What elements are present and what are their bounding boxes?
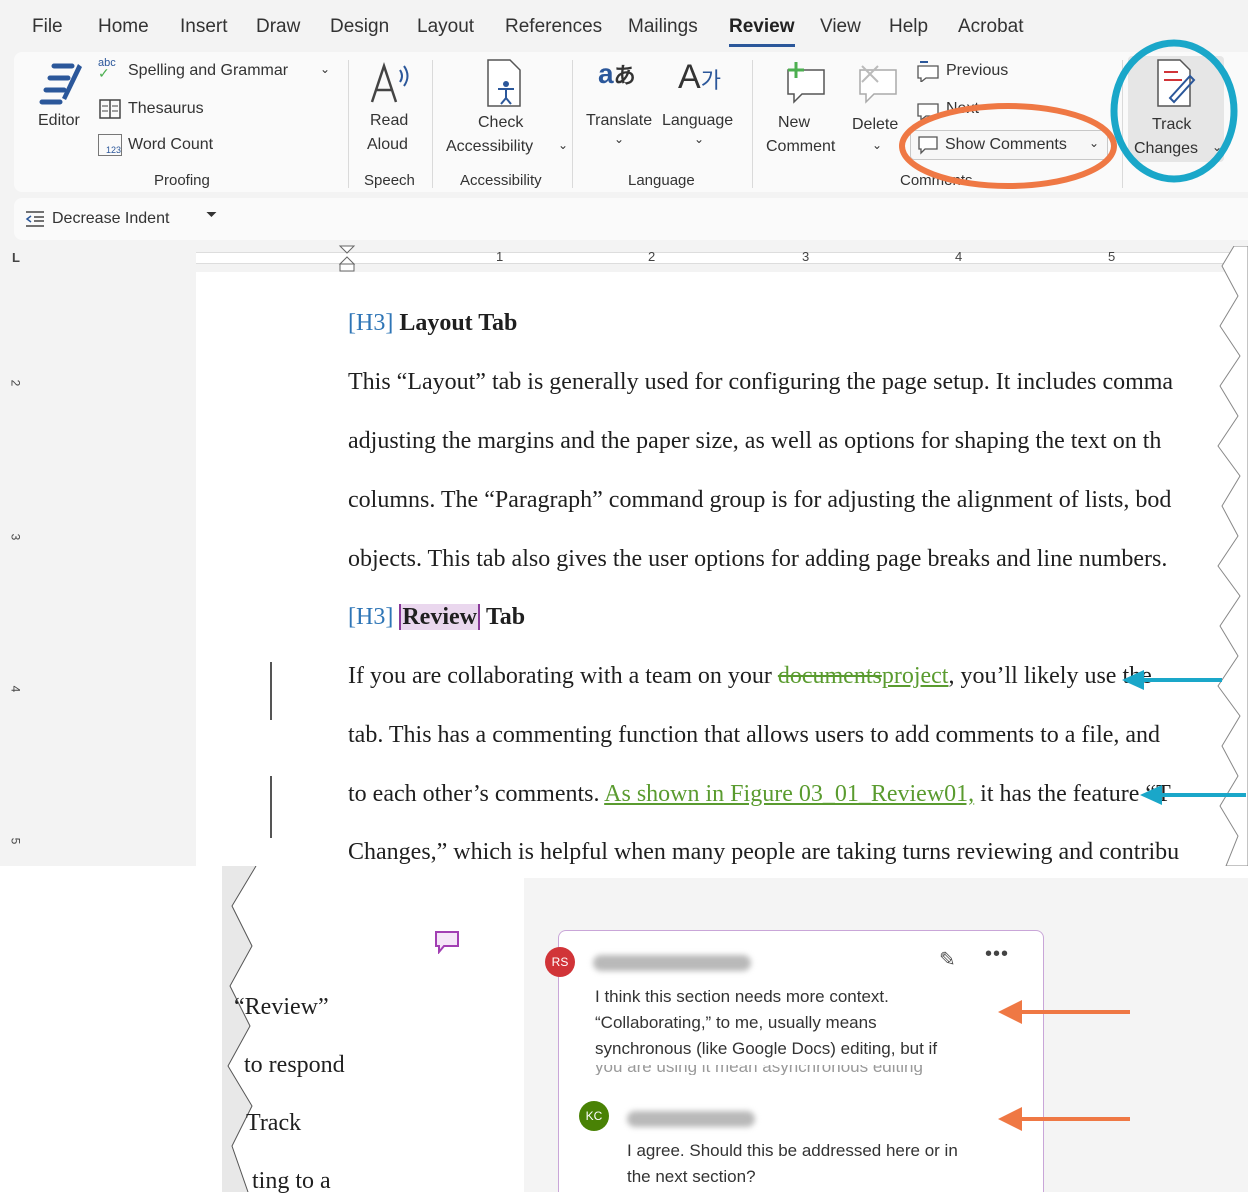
annotation-overlay [899, 39, 1246, 805]
highlight-circle [899, 103, 1117, 189]
arrow-icon [1122, 670, 1222, 690]
word-window: File Home Insert Draw Design Layout Refe… [0, 0, 1248, 866]
arrow-icon [998, 1107, 1130, 1131]
highlight-circle [1110, 39, 1238, 183]
annotation-overlay [998, 1000, 1130, 1131]
arrow-icon [998, 1000, 1130, 1024]
arrow-icon [1140, 785, 1246, 805]
